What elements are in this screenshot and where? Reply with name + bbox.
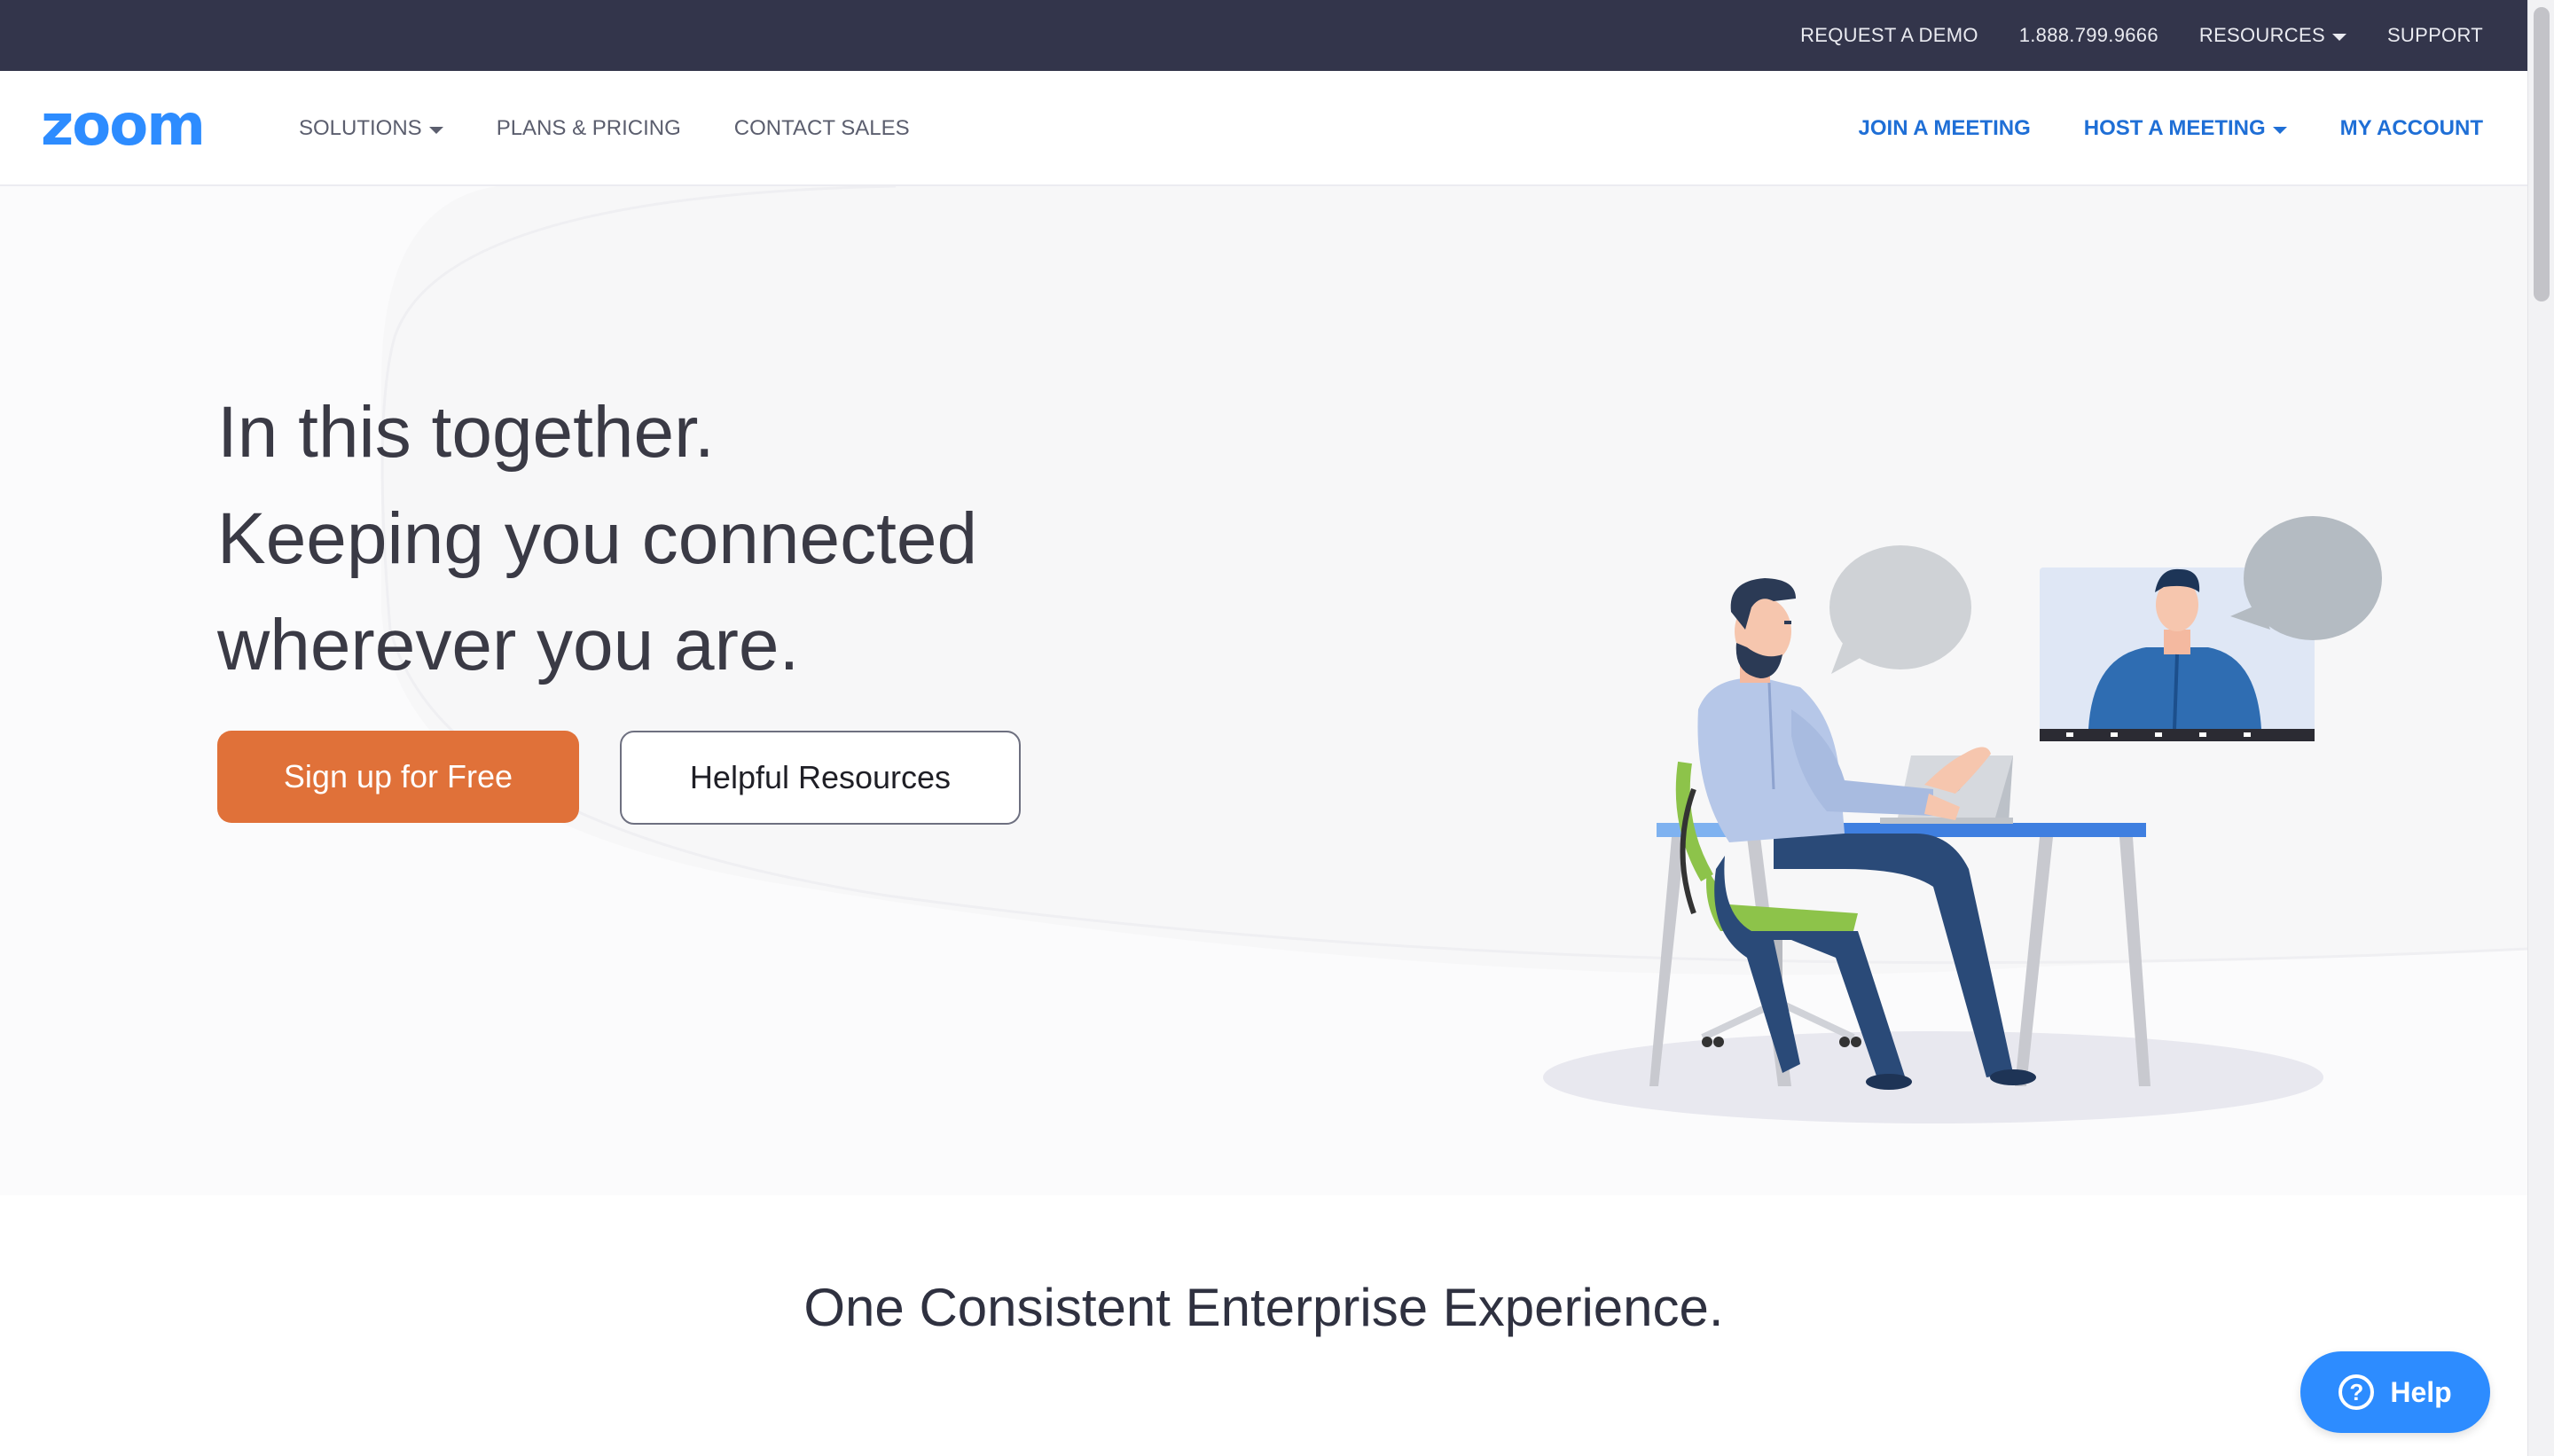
- plans-pricing-link[interactable]: PLANS & PRICING: [497, 116, 681, 141]
- speech-bubble-left-icon: [1829, 545, 1971, 674]
- join-meeting-link[interactable]: JOIN A MEETING: [1859, 116, 2031, 141]
- resources-label: RESOURCES: [2198, 24, 2325, 46]
- hero-section: In this together. Keeping you connected …: [0, 186, 2527, 1195]
- question-circle-icon: ?: [2339, 1374, 2375, 1410]
- join-meeting-label: JOIN A MEETING: [1858, 116, 2031, 140]
- help-label: Help: [2390, 1375, 2452, 1408]
- solutions-menu[interactable]: SOLUTIONS: [299, 116, 443, 141]
- sign-up-free-button[interactable]: Sign up for Free: [217, 731, 579, 823]
- section-heading: One Consistent Enterprise Experience.: [803, 1278, 1724, 1337]
- caret-down-icon: [428, 126, 443, 134]
- helpful-resources-button[interactable]: Helpful Resources: [620, 731, 1021, 825]
- hero-headline: In this together. Keeping you connected …: [217, 380, 977, 699]
- request-demo-link[interactable]: REQUEST A DEMO: [1800, 24, 1978, 47]
- hero-buttons: Sign up for Free Helpful Resources: [217, 731, 1021, 825]
- contact-sales-link[interactable]: CONTACT SALES: [734, 116, 910, 141]
- page: REQUEST A DEMO 1.888.799.9666 RESOURCES …: [0, 0, 2554, 1456]
- hero-line-2: Keeping you connected: [217, 498, 978, 579]
- solutions-label: SOLUTIONS: [299, 116, 422, 140]
- help-button[interactable]: ? Help: [2300, 1351, 2490, 1433]
- zoom-logo[interactable]: zoom: [41, 98, 206, 154]
- host-meeting-menu[interactable]: HOST A MEETING: [2084, 116, 2287, 141]
- video-meeting-illustration: [1543, 516, 2382, 1123]
- account-nav-links: JOIN A MEETING HOST A MEETING MY ACCOUNT: [1806, 71, 2483, 186]
- contact-sales-label: CONTACT SALES: [733, 116, 910, 140]
- plans-pricing-label: PLANS & PRICING: [496, 116, 681, 140]
- hero-line-1: In this together.: [217, 392, 715, 473]
- my-account-link[interactable]: MY ACCOUNT: [2340, 116, 2483, 141]
- phone-link[interactable]: 1.888.799.9666: [2019, 24, 2158, 47]
- phone-number: 1.888.799.9666: [2018, 24, 2158, 46]
- support-link[interactable]: SUPPORT: [2387, 24, 2483, 47]
- scrollbar-thumb[interactable]: [2534, 7, 2550, 301]
- primary-nav-links: SOLUTIONS PLANS & PRICING CONTACT SALES: [299, 71, 963, 186]
- main-nav: zoom SOLUTIONS PLANS & PRICING CONTACT S…: [0, 71, 2527, 186]
- support-label: SUPPORT: [2386, 24, 2483, 46]
- caret-down-icon: [2272, 126, 2287, 134]
- hero-line-3: wherever you are.: [217, 605, 800, 685]
- host-meeting-label: HOST A MEETING: [2083, 116, 2266, 140]
- resources-menu[interactable]: RESOURCES: [2199, 24, 2346, 47]
- speech-bubble-right-icon: [2230, 516, 2382, 640]
- caret-down-icon: [2331, 33, 2346, 41]
- utility-bar: REQUEST A DEMO 1.888.799.9666 RESOURCES …: [0, 0, 2527, 71]
- scrollbar[interactable]: [2527, 0, 2554, 1456]
- request-demo-label: REQUEST A DEMO: [1800, 24, 1978, 46]
- my-account-label: MY ACCOUNT: [2339, 116, 2483, 140]
